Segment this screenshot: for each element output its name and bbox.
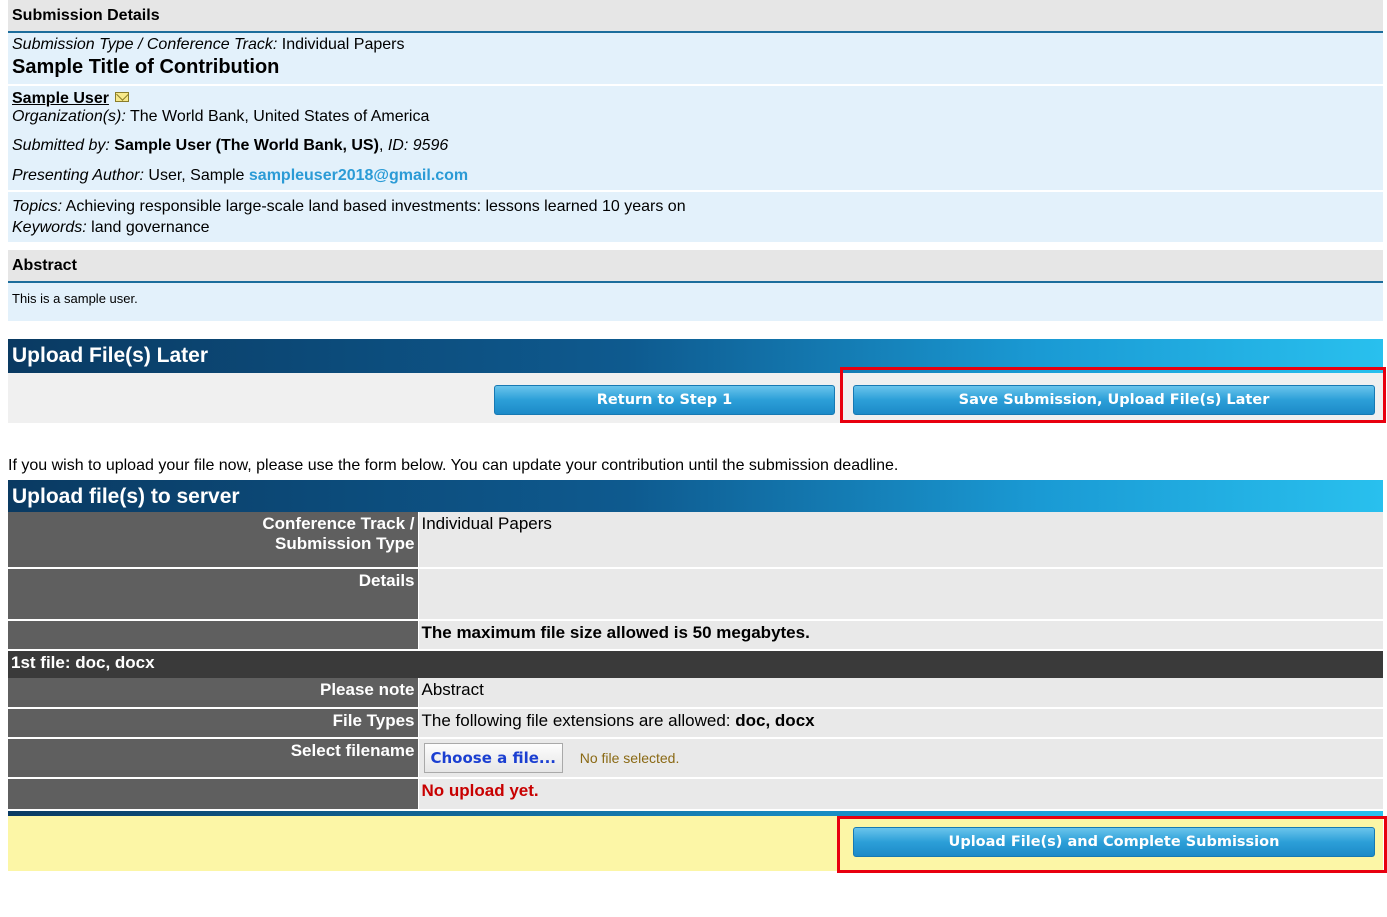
type-value: Individual Papers: [281, 36, 405, 53]
upload-status: No upload yet.: [418, 778, 1383, 811]
author-box: Sample User Organization(s): The World B…: [8, 86, 1383, 190]
max-size-note: The maximum file size allowed is 50 mega…: [418, 620, 1383, 651]
submitted-value: Sample User (The World Bank, US): [114, 137, 379, 154]
highlight-frame-2: [837, 816, 1387, 873]
upload-to-server-header: Upload file(s) to server: [8, 480, 1383, 512]
max-size-label-cell: [8, 620, 419, 651]
org-value: The World Bank, United States of America: [129, 108, 430, 125]
keywords-value: land governance: [91, 219, 210, 236]
please-note-label: Please note: [8, 678, 419, 709]
highlight-frame: [840, 367, 1386, 423]
return-to-step-1-button[interactable]: Return to Step 1: [494, 385, 835, 415]
details-value: [418, 568, 1383, 621]
presenting-label: Presenting Author:: [12, 167, 144, 184]
submission-id: ID: 9596: [387, 137, 449, 154]
submitted-label: Submitted by:: [12, 137, 110, 154]
type-label: Submission Type / Conference Track:: [12, 36, 278, 53]
keywords-label: Keywords:: [12, 219, 87, 236]
file-1-header: 1st file: doc, docx: [8, 650, 1383, 678]
upload-status-label-cell: [8, 778, 419, 811]
file-types-label: File Types: [8, 708, 419, 739]
presenting-email-link[interactable]: sampleuser2018@gmail.com: [249, 167, 468, 184]
author-name-link[interactable]: Sample User: [12, 90, 109, 107]
choose-file-button[interactable]: Choose a file...: [423, 743, 563, 773]
contribution-title: Sample Title of Contribution: [12, 56, 280, 78]
topics-value: Achieving responsible large-scale land b…: [65, 198, 686, 215]
please-note-value: Abstract: [418, 678, 1383, 709]
submission-page: Submission Details Submission Type / Con…: [0, 0, 1387, 873]
select-filename-label: Select filename: [8, 738, 419, 779]
upload-later-actions: Return to Step 1 Save Submission, Upload…: [8, 367, 1386, 423]
abstract-body: This is a sample user.: [8, 283, 1383, 321]
file-input-cell: Choose a file... No file selected.: [418, 738, 1383, 779]
mail-icon[interactable]: [115, 92, 130, 102]
track-value: Individual Papers: [418, 512, 1383, 569]
topics-label: Topics:: [12, 198, 63, 215]
details-label: Details: [8, 568, 419, 621]
file-types-value: The following file extensions are allowe…: [418, 708, 1383, 739]
abstract-header: Abstract: [8, 250, 1383, 283]
upload-info-text: If you wish to upload your file now, ple…: [8, 457, 899, 474]
title-box: Submission Type / Conference Track: Indi…: [8, 33, 1383, 84]
no-file-selected-text: No file selected.: [579, 750, 680, 766]
submission-details-header: Submission Details: [8, 0, 1383, 33]
upload-form-table: Conference Track / Submission Type Indiv…: [8, 512, 1383, 811]
topics-box: Topics: Achieving responsible large-scal…: [8, 192, 1383, 242]
presenting-value: User, Sample: [148, 167, 245, 184]
track-label: Conference Track / Submission Type: [8, 512, 419, 569]
org-label: Organization(s):: [12, 108, 126, 125]
complete-submission-row: Upload File(s) and Complete Submission: [8, 816, 1387, 873]
